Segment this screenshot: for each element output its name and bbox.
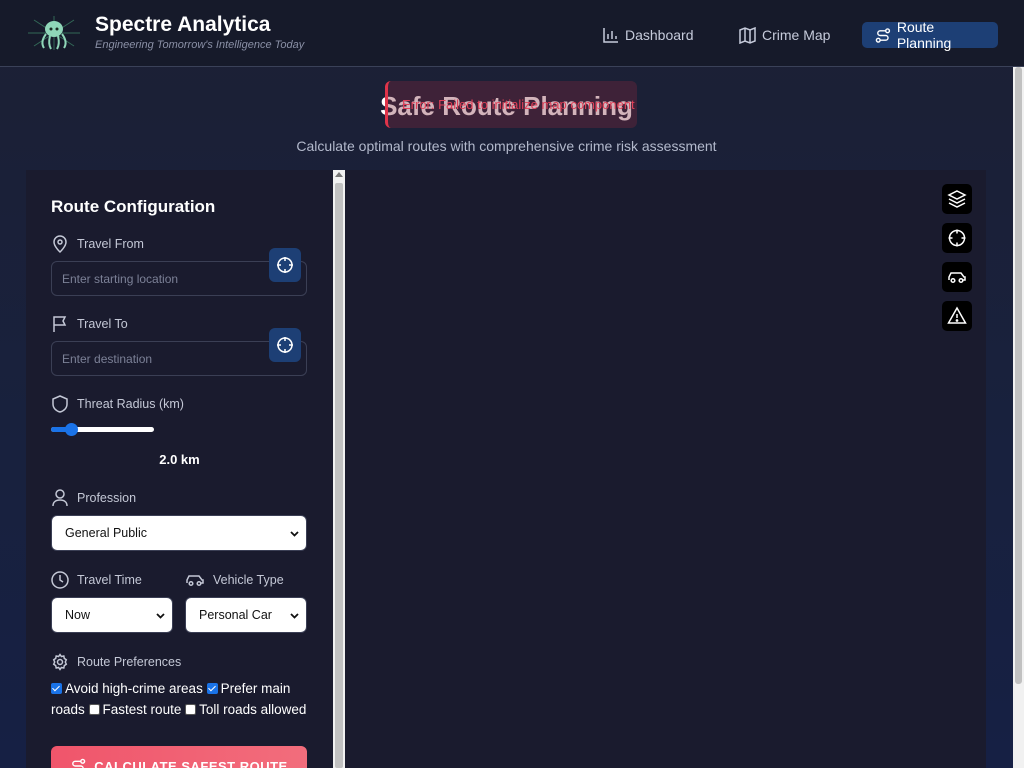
page-scrollbar-thumb[interactable] xyxy=(1015,67,1022,684)
bar-chart-icon xyxy=(603,27,618,43)
panel-title: Route Configuration xyxy=(51,197,216,216)
locate-to-button[interactable] xyxy=(269,328,301,362)
profession-select[interactable]: General Public xyxy=(51,515,307,551)
vehicle-type-select[interactable]: Personal Car xyxy=(185,597,307,633)
layers-icon xyxy=(947,190,967,208)
travel-from-label: Travel From xyxy=(51,235,144,253)
scroll-up-arrow-icon[interactable] xyxy=(335,172,343,177)
brand-title: Spectre Analytica xyxy=(95,13,271,36)
slider-thumb[interactable] xyxy=(65,423,79,436)
travel-time-select[interactable]: Now xyxy=(51,597,173,633)
pref-fastest-route[interactable]: Fastest route xyxy=(88,702,181,717)
nav-route-planning[interactable]: Route Planning xyxy=(862,19,998,51)
checkbox-prefer-main-roads[interactable] xyxy=(206,683,218,694)
map-icon xyxy=(739,26,756,44)
warning-icon xyxy=(947,306,967,324)
vehicle-type-label: Vehicle Type xyxy=(185,571,284,589)
travel-to-label: Travel To xyxy=(51,315,128,333)
map-pin-icon xyxy=(53,235,67,253)
chevron-down-icon xyxy=(156,613,165,619)
error-toast[interactable]: Error: Failed to initialize map componen… xyxy=(385,81,637,128)
checkbox-toll-roads[interactable] xyxy=(185,704,197,715)
threat-radius-slider[interactable] xyxy=(51,423,154,436)
calculate-route-button[interactable]: CALCULATE SAFEST ROUTE xyxy=(51,746,307,768)
layers-button[interactable] xyxy=(942,184,972,214)
threat-radius-label: Threat Radius (km) xyxy=(51,395,184,413)
route-icon xyxy=(875,27,891,43)
checkbox-fastest-route[interactable] xyxy=(88,704,100,715)
traffic-button[interactable] xyxy=(942,262,972,292)
locate-me-button[interactable] xyxy=(942,223,972,253)
threat-radius-value: 2.0 km xyxy=(159,452,200,467)
car-icon xyxy=(186,575,204,587)
clock-icon xyxy=(51,571,69,589)
top-navbar: Spectre Analytica Engineering Tomorrow's… xyxy=(0,0,1024,67)
checkbox-avoid-high-crime[interactable] xyxy=(51,683,62,694)
page-subtitle: Calculate optimal routes with comprehens… xyxy=(296,138,717,154)
nav-dashboard-label: Dashboard xyxy=(625,27,694,43)
route-preferences-options: Avoid high-crime areas Prefer main roads… xyxy=(51,678,321,720)
crime-alerts-button[interactable] xyxy=(942,301,972,331)
pref-toll-roads[interactable]: Toll roads allowed xyxy=(185,702,306,717)
pref-avoid-high-crime[interactable]: Avoid high-crime areas xyxy=(51,681,203,696)
user-icon xyxy=(52,489,68,507)
chevron-down-icon xyxy=(290,613,299,619)
route-preferences-label: Route Preferences xyxy=(51,653,181,671)
brand-subtitle: Engineering Tomorrow's Intelligence Toda… xyxy=(95,39,305,51)
route-icon xyxy=(72,758,86,768)
nav-crime-map[interactable]: Crime Map xyxy=(739,22,842,48)
page-scrollbar[interactable] xyxy=(1013,67,1024,768)
panel-scrollbar[interactable] xyxy=(333,170,345,768)
panel-scrollbar-thumb[interactable] xyxy=(335,183,343,768)
profession-label: Profession xyxy=(51,489,136,507)
chevron-down-icon xyxy=(290,531,299,537)
locate-icon xyxy=(948,229,966,247)
shield-icon xyxy=(52,395,68,413)
locate-from-button[interactable] xyxy=(269,248,301,282)
crosshair-icon xyxy=(277,337,293,353)
flag-icon xyxy=(53,316,67,332)
crosshair-icon xyxy=(277,257,293,273)
route-configuration-panel: Route Configuration Travel From Travel T… xyxy=(26,170,333,768)
route-map[interactable] xyxy=(345,170,986,768)
nav-route-planning-label: Route Planning xyxy=(896,19,952,51)
gear-icon xyxy=(52,653,68,671)
nav-crime-map-label: Crime Map xyxy=(762,27,831,43)
car-icon xyxy=(948,272,966,284)
travel-time-label: Travel Time xyxy=(51,571,142,589)
nav-dashboard[interactable]: Dashboard xyxy=(602,22,706,48)
octopus-logo-icon[interactable] xyxy=(26,14,82,52)
